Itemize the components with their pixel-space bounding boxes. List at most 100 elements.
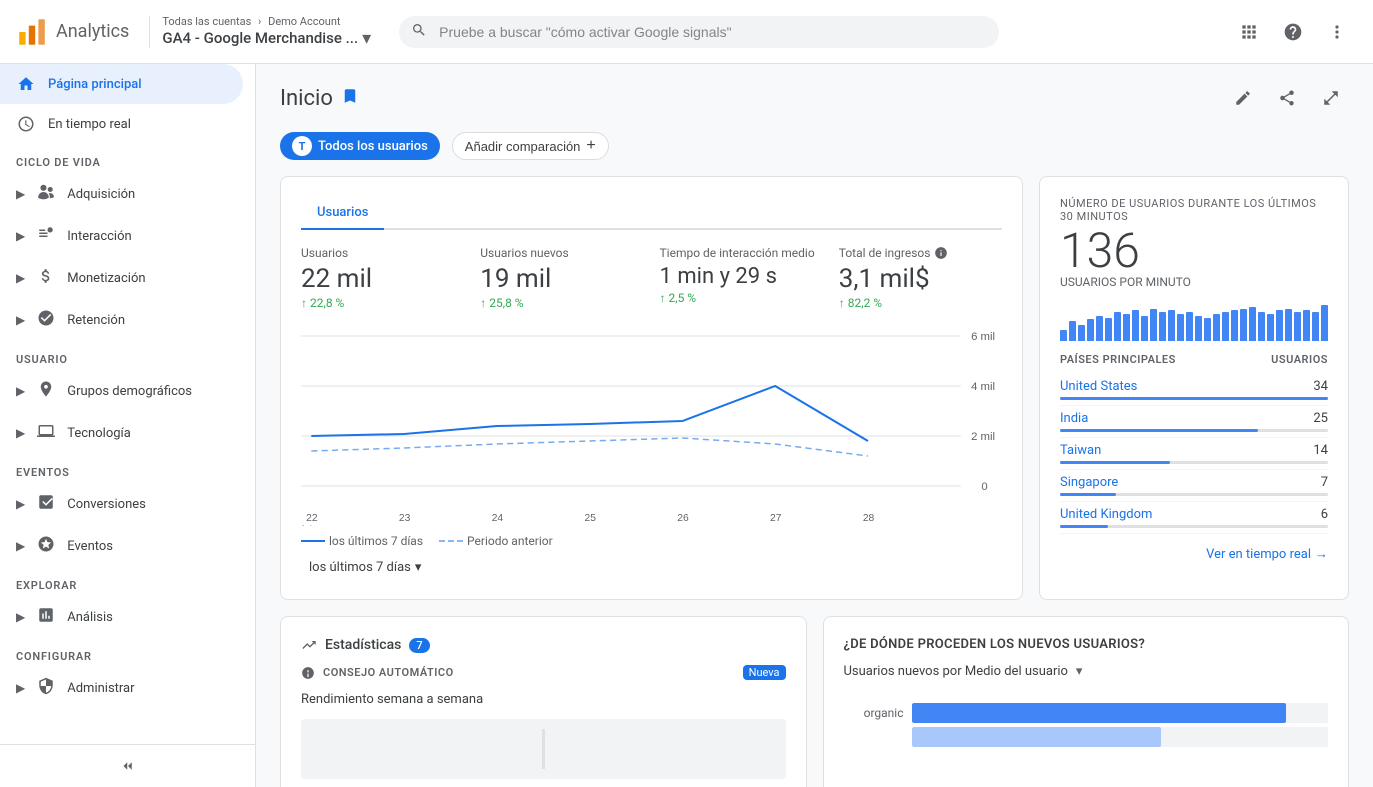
more-vert-icon-button[interactable]	[1317, 12, 1357, 52]
lifecycle-section: CICLO DE VIDA	[0, 144, 255, 173]
metric-new-users-label: Usuarios nuevos	[480, 246, 643, 260]
sidebar-item-admin[interactable]: ▶ Administrar	[0, 667, 243, 709]
sidebar-interaction-label: Interacción	[67, 229, 131, 244]
countries-header: PAÍSES PRINCIPALES USUARIOS	[1060, 353, 1328, 366]
home-icon	[16, 74, 36, 94]
countries-header-users: USUARIOS	[1271, 353, 1328, 366]
svg-text:26: 26	[677, 513, 689, 524]
user-section: USUARIO	[0, 341, 255, 370]
configure-section: CONFIGURAR	[0, 638, 255, 667]
realtime-link[interactable]: Ver en tiempo real →	[1060, 546, 1328, 562]
sidebar-analysis-label: Análisis	[67, 610, 113, 625]
expand-icon-5: ▶	[16, 384, 25, 398]
svg-text:28: 28	[863, 513, 875, 524]
stats-badge: 7	[409, 638, 429, 653]
country-list: United States34India25Taiwan14Singapore7…	[1060, 374, 1328, 534]
sidebar-collapse-button[interactable]	[0, 744, 255, 787]
line-chart: 6 mil 4 mil 2 mil 0 22 feb 23 24 25	[301, 326, 1002, 526]
metric-session: Tiempo de interacción medio 1 min y 29 s…	[660, 246, 823, 310]
expand-button[interactable]	[1313, 80, 1349, 116]
search-input[interactable]	[399, 16, 999, 48]
country-bar-bg	[1060, 525, 1328, 528]
conversions-icon	[37, 493, 55, 515]
topbar: Analytics Todas las cuentas › Demo Accou…	[0, 0, 1373, 64]
mini-bar-item	[1312, 312, 1319, 341]
country-bar-fill	[1060, 397, 1328, 400]
stats-advice-row: CONSEJO AUTOMÁTICO Nueva	[301, 665, 786, 680]
main-content: Inicio T	[256, 64, 1373, 787]
metrics-card: Usuarios Usuarios 22 mil 22,8 % Usuarios…	[280, 176, 1023, 600]
chart-filter-button[interactable]: los últimos 7 días ▾	[301, 556, 1002, 579]
sidebar-item-conversions[interactable]: ▶ Conversiones	[0, 483, 243, 525]
add-comparison-button[interactable]: Añadir comparación +	[452, 132, 609, 160]
mini-bar-item	[1240, 309, 1247, 341]
country-name[interactable]: India	[1060, 411, 1088, 426]
mini-bar-item	[1186, 312, 1193, 341]
sidebar-item-acquisition[interactable]: ▶ Adquisición	[0, 173, 243, 215]
country-bar-bg	[1060, 429, 1328, 432]
edit-report-button[interactable]	[1225, 80, 1261, 116]
explore-section: EXPLORAR	[0, 567, 255, 596]
analytics-logo-icon	[16, 16, 48, 48]
country-bar-bg	[1060, 397, 1328, 400]
sidebar-item-analysis[interactable]: ▶ Análisis	[0, 596, 243, 638]
topbar-actions	[1229, 12, 1357, 52]
apps-icon-button[interactable]	[1229, 12, 1269, 52]
sidebar-item-monetization[interactable]: ▶ Monetización	[0, 257, 243, 299]
stats-label: Estadísticas	[325, 637, 401, 653]
mini-bar-item	[1141, 316, 1148, 341]
sidebar-item-retention[interactable]: ▶ Retención	[0, 299, 243, 341]
country-name[interactable]: Singapore	[1060, 475, 1118, 490]
metric-new-users: Usuarios nuevos 19 mil 25,8 %	[480, 246, 643, 310]
acq-bar-container-2	[912, 727, 1329, 747]
mini-bar-item	[1222, 312, 1229, 341]
metric-users-value: 22 mil	[301, 264, 464, 294]
sidebar-item-events-nav[interactable]: ▶ Eventos	[0, 525, 243, 567]
country-count: 7	[1321, 475, 1328, 490]
chevron-down-icon: ▾	[362, 28, 371, 49]
help-icon-button[interactable]	[1273, 12, 1313, 52]
sidebar-item-technology[interactable]: ▶ Tecnología	[0, 412, 243, 454]
mini-bar-item	[1159, 312, 1166, 341]
technology-icon	[37, 422, 55, 444]
tab-usuarios[interactable]: Usuarios	[301, 197, 384, 230]
sidebar-item-realtime[interactable]: En tiempo real	[0, 104, 243, 144]
expand-icon-10: ▶	[16, 681, 25, 695]
country-name[interactable]: United Kingdom	[1060, 507, 1152, 522]
country-name[interactable]: United States	[1060, 379, 1137, 394]
chart-legend: los últimos 7 días Periodo anterior	[301, 534, 1002, 548]
sidebar-item-demographics[interactable]: ▶ Grupos demográficos	[0, 370, 243, 412]
metric-users-change: 22,8 %	[301, 296, 464, 310]
sidebar-retention-label: Retención	[67, 313, 125, 328]
acq-bar-container-1	[912, 703, 1329, 723]
app-title: Analytics	[56, 21, 129, 42]
mini-bar-item	[1321, 305, 1328, 341]
realtime-count: 136	[1060, 227, 1328, 275]
analysis-icon	[37, 606, 55, 628]
share-button[interactable]	[1269, 80, 1305, 116]
legend-line-previous	[439, 540, 463, 542]
expand-icon-4: ▶	[16, 313, 25, 327]
sidebar-realtime-label: En tiempo real	[48, 117, 131, 132]
country-bar-fill	[1060, 493, 1116, 496]
sidebar-item-home[interactable]: Página principal	[0, 64, 243, 104]
countries-header-label: PAÍSES PRINCIPALES	[1060, 353, 1176, 366]
sidebar-item-interaction[interactable]: ▶ Interacción	[0, 215, 243, 257]
mini-bar-item	[1096, 316, 1103, 341]
mini-bar-item	[1213, 314, 1220, 341]
legend-line-current	[301, 540, 325, 542]
user-segment-badge[interactable]: T Todos los usuarios	[280, 132, 440, 160]
search-bar	[399, 16, 999, 48]
svg-text:22: 22	[306, 513, 318, 524]
country-name[interactable]: Taiwan	[1060, 443, 1101, 458]
expand-icon-2: ▶	[16, 229, 25, 243]
country-count: 34	[1313, 379, 1328, 394]
acq-bar-area: organic	[844, 695, 1329, 747]
svg-text:0: 0	[981, 481, 987, 493]
filter-label: los últimos 7 días	[309, 560, 411, 575]
metric-revenue-change: 82,2 %	[839, 296, 1002, 310]
country-count: 25	[1313, 411, 1328, 426]
account-selector[interactable]: GA4 - Google Merchandise ... ▾	[162, 28, 371, 49]
mini-bar-item	[1204, 318, 1211, 341]
page-title-row: Inicio	[280, 86, 359, 111]
